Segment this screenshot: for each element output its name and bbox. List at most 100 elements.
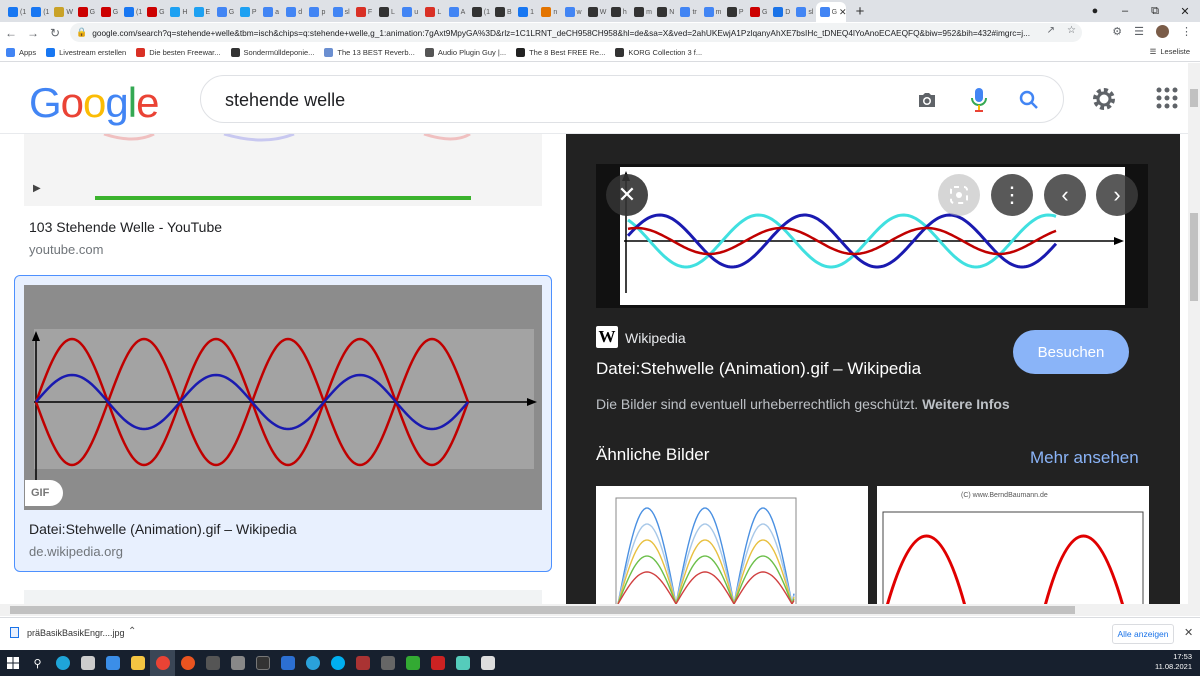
browser-tab[interactable]: W bbox=[50, 2, 73, 22]
close-window-icon[interactable]: ✕ bbox=[1170, 5, 1200, 18]
bookmark-item[interactable]: Die besten Freewar... bbox=[136, 47, 221, 57]
bookmark-item[interactable]: Apps bbox=[6, 47, 36, 57]
browser-tab[interactable]: L bbox=[421, 2, 444, 22]
browser-tab[interactable]: G bbox=[143, 2, 166, 22]
horizontal-scrollbar[interactable] bbox=[0, 604, 1200, 616]
browser-tab[interactable]: m bbox=[700, 2, 723, 22]
download-filename[interactable]: präBasikBasikEngr....jpg bbox=[27, 628, 125, 638]
similar-image-1[interactable] bbox=[596, 486, 868, 604]
play-icon[interactable]: ▶ bbox=[33, 183, 41, 194]
system-clock[interactable]: 17:53 11.08.2021 bbox=[1155, 652, 1192, 672]
lock-icon[interactable]: 🔒 bbox=[76, 27, 87, 38]
youtube-result-title[interactable]: 103 Stehende Welle - YouTube bbox=[29, 219, 222, 235]
browser-tab[interactable]: sl bbox=[792, 2, 815, 22]
edge-icon[interactable] bbox=[50, 650, 75, 676]
similar-image-2[interactable]: (C) www.BerndBaumann.de bbox=[877, 486, 1149, 604]
store-icon[interactable] bbox=[75, 650, 100, 676]
next-result-card[interactable] bbox=[24, 590, 542, 604]
browser-tab[interactable]: (1 bbox=[120, 2, 143, 22]
media-icon[interactable]: ☰ bbox=[1134, 25, 1144, 38]
browser-tab[interactable]: p bbox=[305, 2, 328, 22]
app-icon-4[interactable] bbox=[350, 650, 375, 676]
vertical-scrollbar[interactable] bbox=[1188, 63, 1200, 604]
preview-site-name[interactable]: Wikipedia bbox=[625, 330, 686, 346]
live-icon[interactable] bbox=[250, 650, 275, 676]
browser-tab[interactable]: H bbox=[166, 2, 189, 22]
browser-tab[interactable]: N bbox=[653, 2, 676, 22]
profile-menu-icon[interactable]: ● bbox=[1080, 5, 1110, 17]
browser-tab[interactable]: G bbox=[74, 2, 97, 22]
search-input[interactable]: stehende welle bbox=[225, 90, 345, 111]
extensions-icon[interactable]: ⚙ bbox=[1112, 25, 1122, 38]
file-explorer-icon[interactable] bbox=[125, 650, 150, 676]
browser-tab[interactable]: E bbox=[190, 2, 213, 22]
bookmark-item[interactable]: The 13 BEST Reverb... bbox=[324, 47, 415, 57]
app-icon-5[interactable] bbox=[400, 650, 425, 676]
browser-tab[interactable]: w bbox=[561, 2, 584, 22]
address-bar[interactable]: 🔒 google.com/search?q=stehende+welle&tbm… bbox=[70, 23, 1082, 42]
taskbar-search-icon[interactable]: ⚲ bbox=[25, 650, 50, 676]
google-logo[interactable]: Google bbox=[29, 79, 159, 127]
browser-tab[interactable]: G bbox=[97, 2, 120, 22]
close-icon[interactable]: ✕ bbox=[606, 174, 648, 216]
more-info-link[interactable]: Weitere Infos bbox=[922, 396, 1010, 412]
ubuntu-icon[interactable] bbox=[175, 650, 200, 676]
next-icon[interactable]: › bbox=[1096, 174, 1138, 216]
bookmark-item[interactable]: Audio Plugin Guy |... bbox=[424, 47, 506, 57]
vertical-scroll-thumb[interactable] bbox=[1190, 213, 1198, 301]
skype-icon[interactable] bbox=[325, 650, 350, 676]
previous-icon[interactable]: ‹ bbox=[1044, 174, 1086, 216]
browser-tab[interactable]: G bbox=[213, 2, 236, 22]
browser-tab[interactable]: d bbox=[282, 2, 305, 22]
bookmark-star-icon[interactable]: ☆ bbox=[1067, 25, 1076, 36]
browser-tab[interactable]: m bbox=[630, 2, 653, 22]
app-icon-8[interactable] bbox=[475, 650, 500, 676]
telegram-icon[interactable] bbox=[300, 650, 325, 676]
url-text[interactable]: google.com/search?q=stehende+welle&tbm=i… bbox=[92, 28, 1052, 38]
download-item[interactable]: präBasikBasikEngr....jpg bbox=[10, 627, 125, 638]
browser-tab[interactable]: W bbox=[584, 2, 607, 22]
keyboard-icon[interactable] bbox=[375, 650, 400, 676]
browser-tab[interactable]: (1 bbox=[27, 2, 50, 22]
browser-tab[interactable]: D bbox=[769, 2, 792, 22]
wikipedia-result-source[interactable]: de.wikipedia.org bbox=[29, 544, 123, 559]
bookmark-item[interactable]: Livestream erstellen bbox=[46, 47, 126, 57]
vertical-scroll-thumb-top[interactable] bbox=[1190, 89, 1198, 107]
chrome-icon[interactable] bbox=[150, 650, 175, 676]
preview-title[interactable]: Datei:Stehwelle (Animation).gif – Wikipe… bbox=[596, 359, 921, 379]
visit-button[interactable]: Besuchen bbox=[1013, 330, 1129, 374]
minimize-icon[interactable]: – bbox=[1110, 5, 1140, 17]
app-icon-3[interactable] bbox=[275, 650, 300, 676]
browser-tab[interactable]: A bbox=[445, 2, 468, 22]
browser-tab[interactable]: u bbox=[398, 2, 421, 22]
app-icon-2[interactable] bbox=[225, 650, 250, 676]
chrome-menu-icon[interactable]: ⋮ bbox=[1181, 25, 1192, 38]
reload-icon[interactable]: ↻ bbox=[44, 26, 66, 40]
chevron-up-icon[interactable]: ⌃ bbox=[128, 626, 136, 637]
back-icon[interactable]: ← bbox=[0, 26, 22, 40]
apps-grid-icon[interactable] bbox=[1156, 87, 1178, 109]
settings-gear-icon[interactable] bbox=[1090, 85, 1118, 113]
windows-start-icon[interactable] bbox=[0, 650, 25, 676]
horizontal-scroll-thumb[interactable] bbox=[10, 606, 1075, 614]
more-options-icon[interactable]: ⋮ bbox=[991, 174, 1033, 216]
new-tab-button[interactable]: + bbox=[856, 3, 865, 20]
close-tab-icon[interactable]: ✕ bbox=[839, 7, 846, 18]
browser-tab[interactable]: sl bbox=[329, 2, 352, 22]
bookmark-item[interactable]: KORG Collection 3 f... bbox=[615, 47, 702, 57]
browser-tab[interactable]: G bbox=[746, 2, 769, 22]
reading-list-button[interactable]: ☰ Leseliste bbox=[1150, 47, 1190, 56]
restore-icon[interactable]: ⧉ bbox=[1140, 5, 1170, 18]
browser-tab[interactable]: L bbox=[375, 2, 398, 22]
browser-tab[interactable]: P bbox=[723, 2, 746, 22]
browser-tab[interactable]: a bbox=[259, 2, 282, 22]
app-icon-6[interactable] bbox=[425, 650, 450, 676]
show-all-downloads-button[interactable]: Alle anzeigen bbox=[1112, 624, 1174, 644]
browser-tab[interactable]: n bbox=[537, 2, 560, 22]
forward-icon[interactable]: → bbox=[22, 26, 44, 40]
see-more-link[interactable]: Mehr ansehen bbox=[1030, 448, 1139, 468]
app-icon-7[interactable] bbox=[450, 650, 475, 676]
browser-tab[interactable]: (1 bbox=[468, 2, 491, 22]
browser-tab[interactable]: P bbox=[236, 2, 259, 22]
youtube-result-source[interactable]: youtube.com bbox=[29, 242, 103, 257]
